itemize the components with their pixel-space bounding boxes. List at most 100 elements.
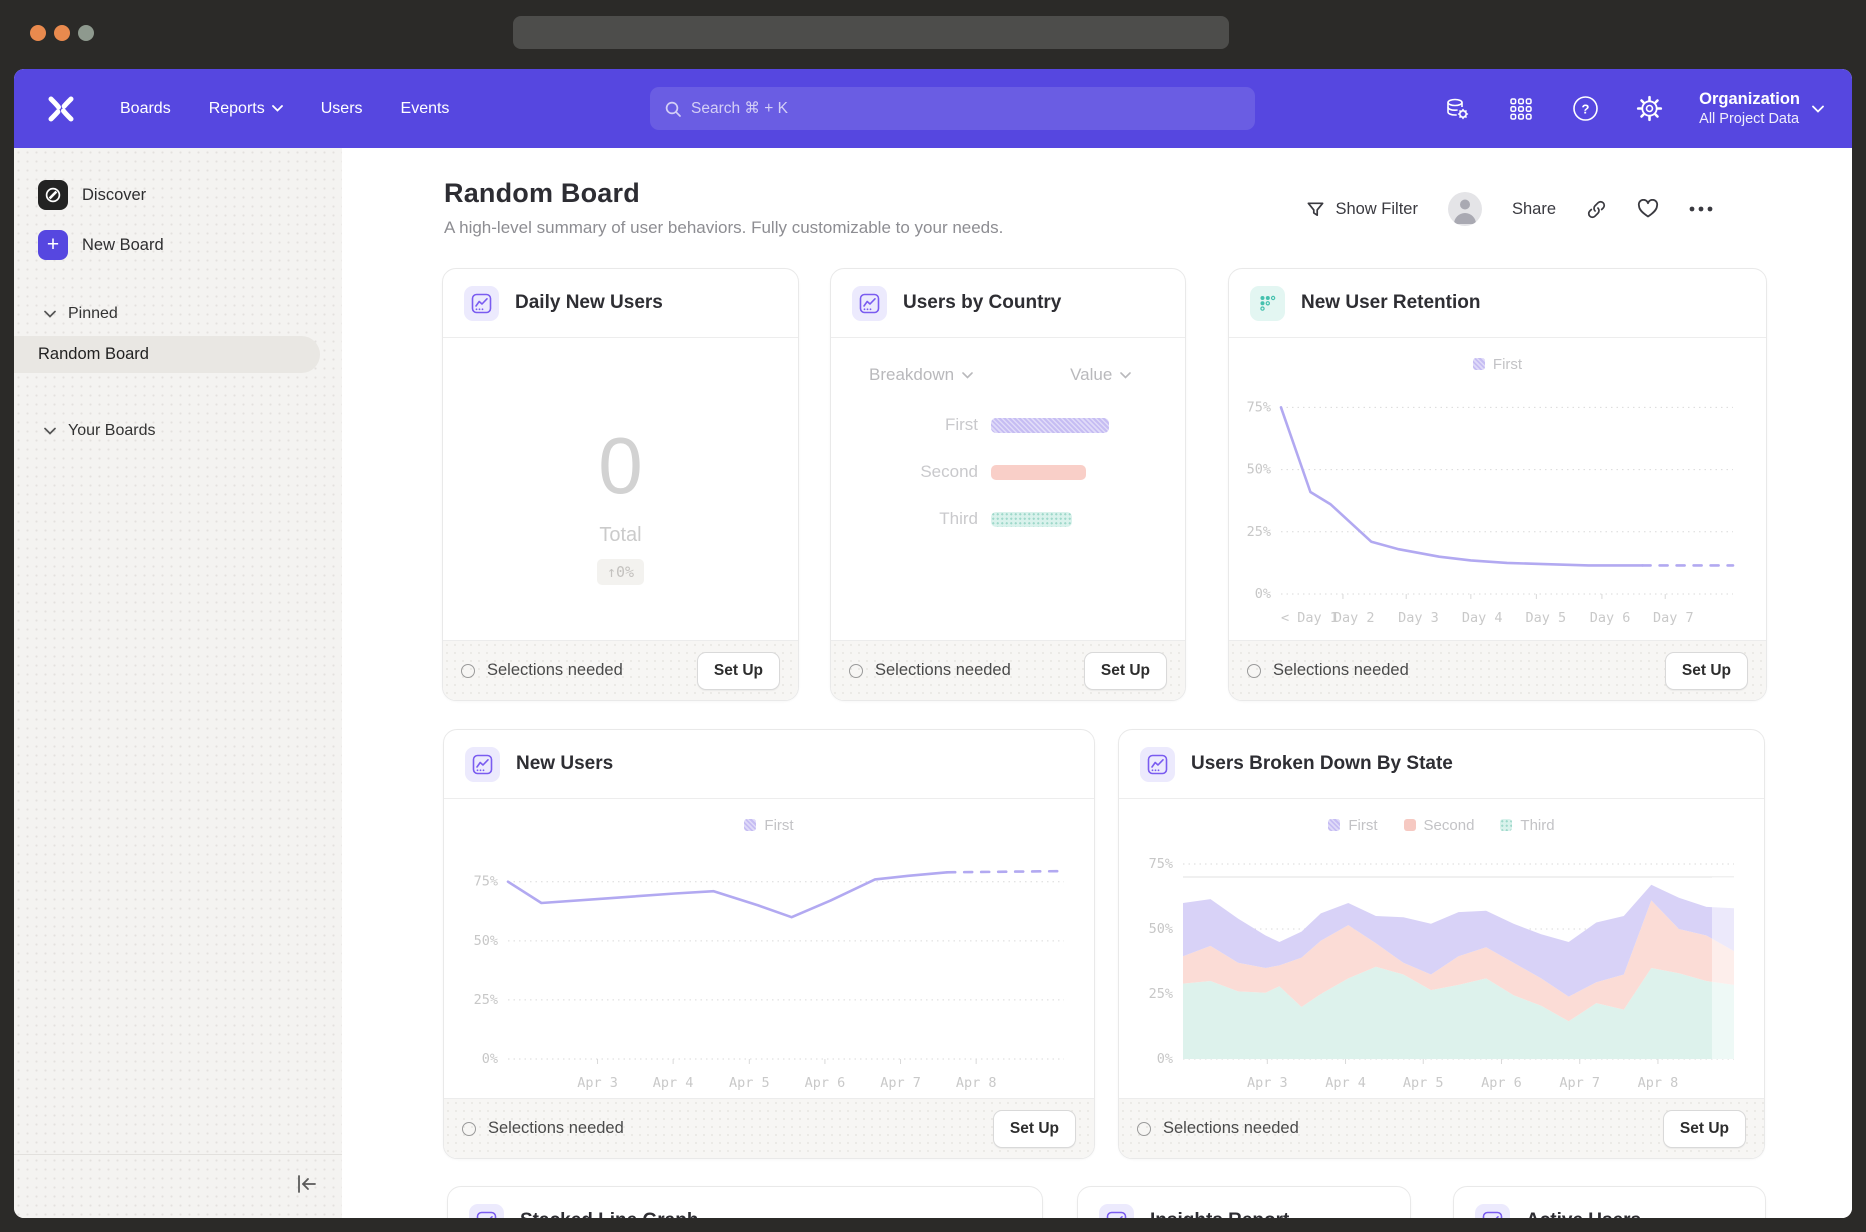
svg-text:< Day 1: < Day 1	[1281, 610, 1338, 626]
close-window-button[interactable]	[30, 25, 46, 41]
sidebar-footer	[14, 1154, 342, 1218]
sidebar-section-pinned[interactable]: Pinned	[14, 296, 342, 332]
address-bar[interactable]	[513, 16, 1229, 49]
traffic-lights	[30, 25, 94, 41]
card-users-by-state: Users Broken Down By State FirstSecondTh…	[1118, 729, 1765, 1159]
svg-text:25%: 25%	[474, 992, 498, 1008]
search-placeholder: Search ⌘ + K	[691, 99, 788, 118]
country-bar-row: Second	[831, 462, 1185, 482]
sidebar-item-discover[interactable]: Discover	[14, 170, 342, 220]
top-navbar: Boards Reports Users Events Search ⌘ + K	[14, 69, 1852, 148]
discover-compass-icon	[38, 180, 68, 210]
sidebar-item-random-board[interactable]: Random Board	[14, 336, 320, 373]
mixpanel-logo-icon[interactable]	[46, 94, 76, 124]
country-bar-row: Third	[831, 509, 1185, 529]
sidebar-section-your-boards[interactable]: Your Boards	[14, 413, 342, 449]
svg-text:0%: 0%	[1255, 586, 1271, 602]
svg-text:75%: 75%	[1247, 399, 1271, 415]
value-dropdown[interactable]: Value	[1070, 365, 1131, 385]
copy-link-button[interactable]	[1586, 199, 1607, 220]
new-users-line-chart: 75%50%25%0%Apr 3Apr 4Apr 5Apr 6Apr 7Apr …	[444, 835, 1094, 1097]
svg-text:Day 5: Day 5	[1526, 610, 1567, 626]
minimize-window-button[interactable]	[54, 25, 70, 41]
help-icon[interactable]: ?	[1571, 95, 1599, 123]
svg-text:Day 3: Day 3	[1398, 610, 1439, 626]
set-up-button[interactable]: Set Up	[697, 652, 780, 690]
card-title: New User Retention	[1301, 292, 1480, 314]
zoom-window-button[interactable]	[78, 25, 94, 41]
dropdown-label: Value	[1070, 365, 1112, 385]
card-title: Insights Report	[1150, 1210, 1289, 1218]
chevron-down-icon	[1812, 105, 1824, 113]
card-new-user-retention: New User Retention First 75%50%25%0%< Da…	[1228, 268, 1767, 701]
share-label: Share	[1512, 200, 1556, 219]
metric-value: 0	[598, 426, 643, 506]
show-filter-button[interactable]: Show Filter	[1306, 200, 1418, 219]
set-up-button[interactable]: Set Up	[1663, 1110, 1746, 1148]
bar	[991, 465, 1086, 480]
bar	[991, 512, 1072, 527]
svg-text:Apr 5: Apr 5	[1403, 1075, 1444, 1091]
set-up-button[interactable]: Set Up	[1084, 652, 1167, 690]
nav-item-boards[interactable]: Boards	[106, 92, 185, 126]
svg-text:Apr 4: Apr 4	[1325, 1075, 1366, 1091]
chevron-down-icon	[272, 105, 283, 112]
status-text: Selections needed	[487, 661, 685, 680]
navbar-right-group: ? Organization All Project Da	[1443, 69, 1852, 148]
retention-line-chart: 75%50%25%0%< Day 1Day 2Day 3Day 4Day 5Da…	[1229, 374, 1766, 632]
collapse-sidebar-icon[interactable]	[294, 1172, 320, 1201]
svg-text:75%: 75%	[474, 874, 498, 890]
card-title: New Users	[516, 753, 613, 775]
set-up-button[interactable]: Set Up	[993, 1110, 1076, 1148]
svg-text:0%: 0%	[482, 1051, 498, 1067]
card-new-users: New Users First 75%50%25%0%Apr 3Apr 4Apr…	[443, 729, 1095, 1159]
line-chart-icon	[469, 1204, 504, 1219]
svg-text:Apr 7: Apr 7	[1559, 1075, 1600, 1091]
legend-entry: Second	[1404, 817, 1475, 834]
more-options-button[interactable]	[1689, 206, 1713, 212]
sidebar-section-label: Pinned	[68, 305, 118, 323]
chart-legend: FirstSecondThird	[1328, 815, 1554, 835]
svg-text:25%: 25%	[1247, 524, 1271, 540]
show-filter-label: Show Filter	[1335, 200, 1418, 219]
favorite-button[interactable]	[1637, 199, 1659, 219]
state-stacked-area-chart: 75%50%25%0%Apr 3Apr 4Apr 5Apr 6Apr 7Apr …	[1119, 835, 1764, 1097]
breakdown-dropdown[interactable]: Breakdown	[869, 365, 973, 385]
legend-entry: Third	[1500, 817, 1554, 834]
plus-icon: +	[38, 230, 68, 260]
board-actions: Show Filter Share	[1306, 192, 1713, 226]
svg-text:Apr 6: Apr 6	[805, 1075, 846, 1091]
line-chart-icon	[464, 286, 499, 321]
nav-item-reports[interactable]: Reports	[195, 92, 297, 126]
set-up-button[interactable]: Set Up	[1665, 652, 1748, 690]
status-circle-icon	[1137, 1122, 1151, 1136]
search-icon	[664, 100, 682, 118]
link-icon	[1586, 199, 1607, 220]
line-chart-icon	[465, 747, 500, 782]
avatar[interactable]	[1448, 192, 1482, 226]
svg-text:Apr 3: Apr 3	[577, 1075, 618, 1091]
nav-item-events[interactable]: Events	[387, 92, 464, 126]
metric-total-label: Total	[599, 524, 641, 547]
org-switcher[interactable]: Organization All Project Data	[1699, 89, 1824, 128]
line-chart-icon	[1475, 1204, 1510, 1219]
legend-swatch	[1328, 819, 1340, 831]
data-management-icon[interactable]	[1443, 95, 1471, 123]
legend-swatch	[1404, 819, 1416, 831]
search-input[interactable]: Search ⌘ + K	[650, 87, 1255, 130]
apps-grid-icon[interactable]	[1507, 95, 1535, 123]
svg-text:50%: 50%	[1247, 462, 1271, 478]
ellipsis-icon	[1689, 206, 1713, 212]
svg-text:25%: 25%	[1149, 986, 1173, 1002]
status-text: Selections needed	[875, 661, 1072, 680]
svg-text:Apr 5: Apr 5	[729, 1075, 770, 1091]
nav-item-users[interactable]: Users	[307, 92, 377, 126]
page-title: Random Board	[444, 178, 1003, 209]
svg-text:75%: 75%	[1149, 856, 1173, 872]
settings-gear-icon[interactable]	[1635, 95, 1663, 123]
card-title: Users by Country	[903, 292, 1061, 314]
sidebar-item-new-board[interactable]: + New Board	[14, 220, 342, 270]
nav-item-label: Boards	[120, 100, 171, 118]
share-button[interactable]: Share	[1512, 200, 1556, 219]
legend-swatch	[1473, 358, 1485, 370]
